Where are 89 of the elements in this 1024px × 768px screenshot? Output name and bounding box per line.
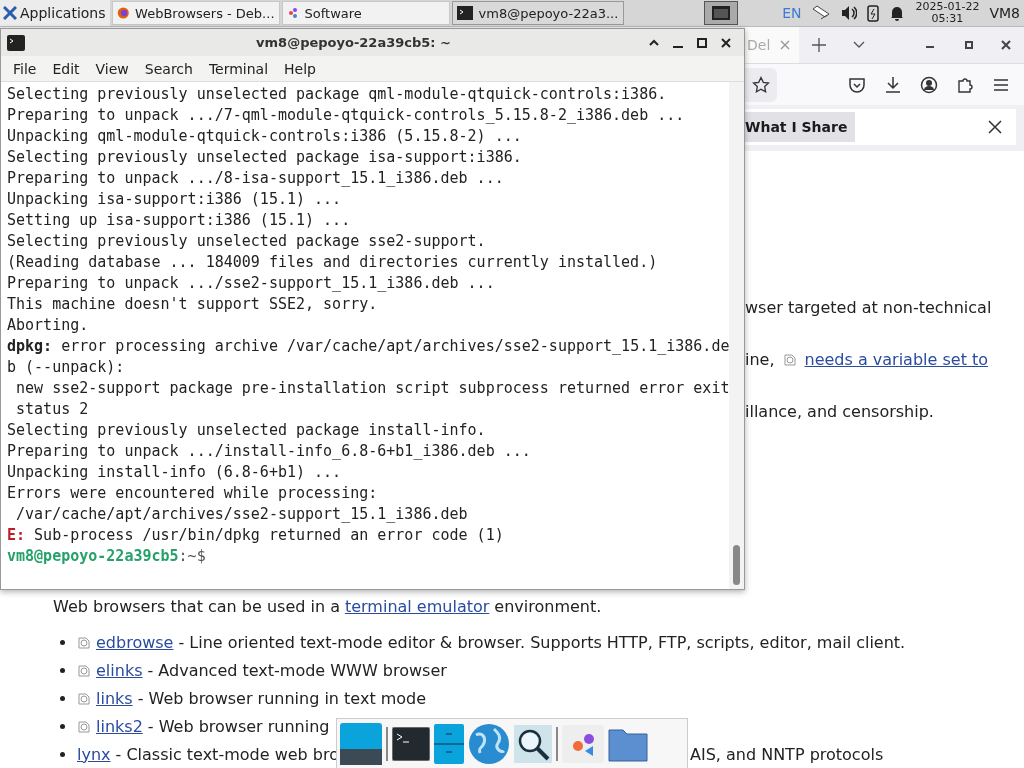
terminal-line: Selecting previously unselected package sse2-support. bbox=[7, 231, 487, 252]
link[interactable]: links bbox=[96, 688, 133, 708]
pocket-icon[interactable] bbox=[848, 75, 866, 94]
puzzle-icon[interactable] bbox=[956, 75, 974, 94]
body-text: Web browsers that can be used in a bbox=[53, 596, 340, 616]
maximize-icon[interactable] bbox=[697, 37, 707, 48]
menu-item[interactable]: Edit bbox=[44, 60, 88, 77]
folder-icon[interactable] bbox=[608, 726, 648, 762]
bullet bbox=[60, 667, 65, 673]
chevron-down-icon[interactable] bbox=[853, 41, 866, 49]
terminal-line: Setting up isa-support:i386 (15.1) ... bbox=[7, 210, 352, 231]
plus-icon[interactable] bbox=[812, 38, 827, 52]
terminal-line: Aborting. bbox=[7, 315, 90, 336]
applications-menu[interactable]: Applications bbox=[0, 0, 110, 26]
body-text: ine, bbox=[745, 349, 775, 369]
terminal-icon bbox=[7, 34, 25, 51]
fox-globe-icon bbox=[116, 5, 130, 21]
window-title: vm8@pepoyo-22a39cb5: ~ bbox=[255, 35, 452, 50]
link[interactable]: edbrowse bbox=[96, 632, 174, 652]
taskbar-button[interactable]: vm8@pepoyo-22a3... bbox=[451, 1, 624, 25]
link[interactable]: terminal emulator bbox=[344, 596, 490, 616]
user-menu[interactable]: VM8 bbox=[989, 5, 1020, 21]
magnifier-icon[interactable] bbox=[514, 725, 552, 763]
document-icon bbox=[782, 352, 797, 366]
body-text: illance, and censorship. bbox=[745, 401, 934, 421]
item-description: - Web browser running in text mode bbox=[137, 688, 427, 708]
terminal-line: (Reading database ... 184009 files and directories currently installed.) bbox=[7, 252, 659, 273]
body-text: wser targeted at non-technical bbox=[745, 297, 992, 317]
terminal-line: Unpacking qml-module-qtquick-controls:i386 (5.15.8-2) ... bbox=[7, 126, 523, 147]
shell-prompt: vm8@pepoyo-22a39cb5:~$ bbox=[7, 546, 207, 567]
volume-icon[interactable] bbox=[841, 5, 858, 21]
close-icon[interactable] bbox=[721, 37, 731, 48]
clock[interactable]: 2025-01-22 05:31 bbox=[915, 1, 980, 25]
close-icon[interactable] bbox=[1001, 40, 1012, 50]
terminal-line: /var/cache/apt/archives/sse2-support_15.1_i386.deb bbox=[15, 504, 469, 525]
bullet bbox=[60, 723, 65, 729]
menu-item[interactable]: Search bbox=[136, 60, 201, 77]
item-description: - Advanced text-mode WWW browser bbox=[147, 660, 447, 680]
account-icon[interactable] bbox=[920, 75, 938, 94]
x-logo-icon bbox=[3, 6, 17, 20]
link[interactable]: links2 bbox=[96, 716, 143, 736]
menu-item[interactable]: Terminal bbox=[200, 60, 277, 77]
item-description: - Web browser running bbox=[147, 716, 330, 736]
dots-icon bbox=[286, 7, 299, 19]
item-description: AIS, and NNTP protocols bbox=[690, 744, 884, 764]
taskbar-button[interactable]: Software bbox=[281, 1, 450, 25]
menu-icon[interactable] bbox=[993, 77, 1009, 92]
bullet bbox=[60, 639, 65, 645]
download-icon[interactable] bbox=[884, 75, 902, 94]
terminal-line: Selecting previously unselected package isa-support:i386. bbox=[7, 147, 523, 168]
menu-item[interactable]: View bbox=[87, 60, 137, 77]
menu-item[interactable]: File bbox=[5, 60, 45, 77]
terminal-line: dpkg: error processing archive /var/cache/apt/archives/sse2-support_15.1_i386.de bbox=[7, 336, 730, 357]
star-icon[interactable] bbox=[752, 75, 770, 94]
terminal-line: Unpacking isa-support:i386 (15.1) ... bbox=[7, 189, 343, 210]
taskbar-button[interactable]: WebBrowsers - Deb... bbox=[111, 1, 280, 25]
app-icon[interactable] bbox=[562, 725, 604, 763]
body-text: environment. bbox=[494, 596, 602, 616]
terminal-line: Selecting previously unselected package install-info. bbox=[7, 420, 487, 441]
battery-icon[interactable] bbox=[867, 4, 880, 22]
close-icon[interactable] bbox=[988, 120, 1002, 134]
bullet bbox=[60, 751, 65, 757]
terminal-line: b (--unpack): bbox=[7, 357, 126, 378]
share-button[interactable]: What I Share bbox=[745, 112, 856, 142]
terminal-icon[interactable] bbox=[392, 727, 430, 761]
chevron-up-icon[interactable] bbox=[649, 39, 659, 46]
show-desktop-icon[interactable] bbox=[340, 723, 382, 765]
terminal-line: This machine doesn't support SSE2, sorry. bbox=[7, 294, 379, 315]
terminal-line: new sse2-support package pre-installation script subprocess returned error exit bbox=[15, 378, 730, 399]
window-icon bbox=[712, 6, 731, 20]
terminal-line: Selecting previously unselected package qml-module-qtquick-controls:i386. bbox=[7, 84, 668, 105]
terminal-line: Preparing to unpack .../8-isa-support_15.1_i386.deb ... bbox=[7, 168, 505, 189]
terminal-line: E: Sub-process /usr/bin/dpkg returned an error code (1) bbox=[7, 525, 505, 546]
link[interactable]: lynx bbox=[77, 744, 111, 764]
terminal-line: Preparing to unpack .../7-qml-module-qtquick-controls_5.15.8-2_i386.deb ... bbox=[7, 105, 686, 126]
link[interactable]: elinks bbox=[96, 660, 143, 680]
terminal-line: status 2 bbox=[15, 399, 90, 420]
bell-icon[interactable] bbox=[889, 5, 906, 21]
menu-item[interactable]: Help bbox=[276, 60, 324, 77]
item-description: - Line oriented text-mode editor & browser. Supports HTTP, FTP, scripts, editor, mail client. bbox=[178, 632, 906, 652]
terminal-line: Preparing to unpack .../install-info_6.8-6+b1_i386.deb ... bbox=[7, 441, 532, 462]
terminal-line: Unpacking install-info (6.8-6+b1) ... bbox=[7, 462, 343, 483]
workspace-pager[interactable] bbox=[704, 1, 739, 25]
terminal-line: Preparing to unpack .../sse2-support_15.1_i386.deb ... bbox=[7, 273, 496, 294]
terminal-line: Errors were encountered while processing: bbox=[7, 483, 379, 504]
bullet bbox=[60, 695, 65, 701]
link[interactable]: needs a variable set to bbox=[804, 349, 989, 369]
maximize-icon[interactable] bbox=[965, 41, 974, 49]
terminal-icon bbox=[456, 6, 473, 20]
